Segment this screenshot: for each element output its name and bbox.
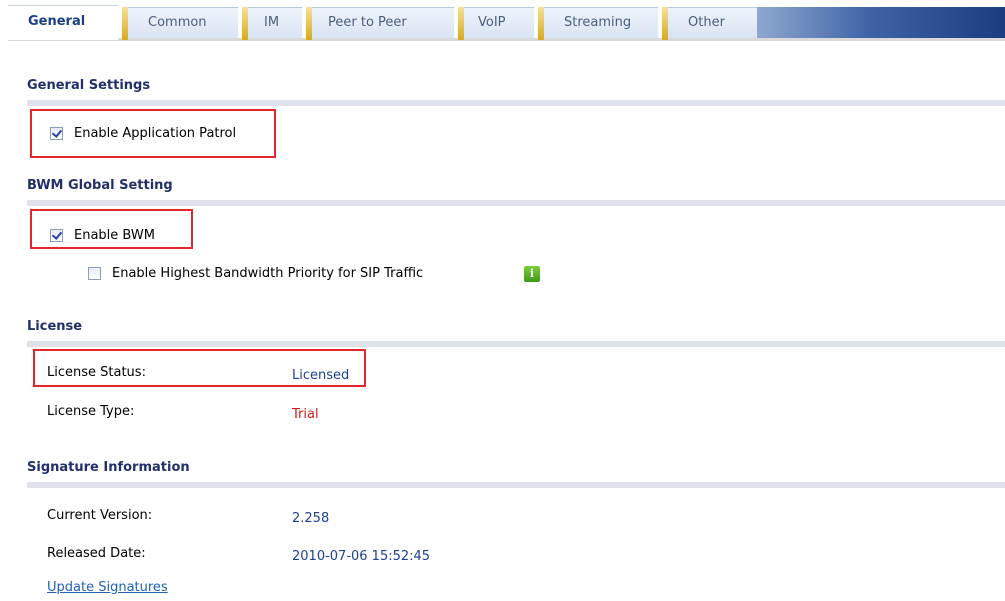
section-divider <box>27 341 1005 347</box>
section-divider <box>27 100 1005 106</box>
tab-edge <box>662 7 668 40</box>
tab-voip-label: VoIP <box>478 15 506 30</box>
tab-im-label: IM <box>264 15 280 30</box>
sip-priority-checkbox[interactable] <box>88 267 101 280</box>
tab-general-label: General <box>28 14 86 29</box>
tab-bar-baseline <box>8 38 1005 41</box>
tab-common[interactable]: Common <box>122 7 238 40</box>
sip-priority-row: Enable Highest Bandwidth Priority for SI… <box>88 266 423 281</box>
license-status-label: License Status: <box>47 365 146 380</box>
current-version-label: Current Version: <box>47 508 153 523</box>
tab-edge <box>306 7 312 40</box>
tab-im[interactable]: IM <box>242 7 302 40</box>
released-date-value: 2010-07-06 15:52:45 <box>292 549 431 564</box>
tab-general[interactable]: General <box>8 5 118 40</box>
tab-bar: General Common IM Peer to Peer VoIP Stre… <box>0 0 1005 42</box>
current-version-value: 2.258 <box>292 511 330 526</box>
enable-bwm-checkbox[interactable] <box>50 229 63 242</box>
general-settings-title: General Settings <box>27 78 151 93</box>
bwm-global-setting-title: BWM Global Setting <box>27 178 173 193</box>
license-title: License <box>27 319 83 334</box>
tab-edge <box>458 7 464 40</box>
tab-peer-to-peer-label: Peer to Peer <box>328 15 407 30</box>
released-date-label: Released Date: <box>47 546 146 561</box>
tab-common-label: Common <box>148 15 207 30</box>
enable-bwm-row: Enable BWM <box>50 228 155 243</box>
enable-app-patrol-checkbox[interactable] <box>50 127 63 140</box>
tab-peer-to-peer[interactable]: Peer to Peer <box>306 7 454 40</box>
tab-other-label: Other <box>688 15 725 30</box>
enable-bwm-label: Enable BWM <box>74 228 155 243</box>
tab-streaming-label: Streaming <box>564 15 632 30</box>
sip-priority-label: Enable Highest Bandwidth Priority for SI… <box>112 266 424 281</box>
tab-streaming[interactable]: Streaming <box>538 7 658 40</box>
update-signatures-link[interactable]: Update Signatures <box>47 580 168 595</box>
enable-app-patrol-label: Enable Application Patrol <box>74 126 237 141</box>
tab-other[interactable]: Other <box>662 7 757 40</box>
section-divider <box>27 200 1005 206</box>
license-type-label: License Type: <box>47 404 135 419</box>
tab-edge <box>242 7 248 40</box>
tab-bar-gradient <box>757 7 1005 39</box>
tab-voip[interactable]: VoIP <box>458 7 534 40</box>
info-icon[interactable]: i <box>524 266 540 282</box>
tab-edge <box>122 7 128 40</box>
license-type-value: Trial <box>292 407 319 422</box>
signature-info-title: Signature Information <box>27 460 190 475</box>
enable-app-patrol-row: Enable Application Patrol <box>50 126 236 141</box>
section-divider <box>27 482 1005 488</box>
license-status-value: Licensed <box>292 368 350 383</box>
tab-edge <box>538 7 544 40</box>
